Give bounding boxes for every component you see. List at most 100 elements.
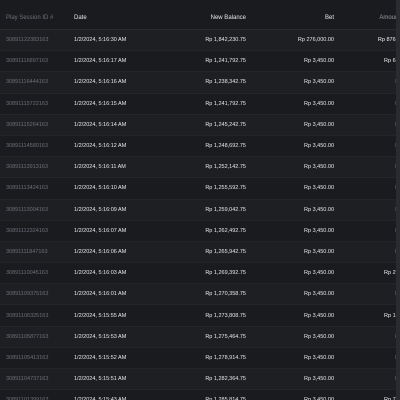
- table-row[interactable]: 30891111847163 1/2/2024, 5:16:06 AM Rp 1,2…: [0, 241, 400, 264]
- session-id-cell[interactable]: 30891111847163: [0, 241, 70, 264]
- column-header-new-balance[interactable]: New Balance: [162, 6, 248, 30]
- new-balance-cell: Rp 1,275,464.75: [162, 326, 248, 348]
- bet-cell: Rp 3,450.00: [248, 93, 336, 115]
- date-cell: 1/2/2024, 5:16:11 AM: [70, 156, 162, 179]
- new-balance-cell: Rp 1,238,342.75: [162, 71, 248, 94]
- bet-cell: Rp 3,450.00: [248, 326, 336, 348]
- session-history-panel: Play Session ID # Date New Balance Bet A…: [0, 0, 400, 400]
- table-row[interactable]: 30891113424163 1/2/2024, 5:16:10 AM Rp 1,2…: [0, 177, 400, 200]
- amount-won-cell: Rp 0.00: [336, 156, 400, 179]
- amount-won-cell: Rp 1,794.00: [336, 304, 400, 327]
- session-id-cell[interactable]: 30891116444163: [0, 71, 70, 94]
- column-header-session-id[interactable]: Play Session ID #: [0, 6, 70, 30]
- new-balance-cell: Rp 1,278,914.75: [162, 347, 248, 370]
- amount-won-cell: Rp 0.00: [336, 93, 400, 115]
- column-header-bet[interactable]: Bet: [248, 6, 336, 30]
- session-id-cell[interactable]: 30891112324163: [0, 220, 70, 242]
- table-body: 30891122383163 1/2/2024, 5:16:30 AM Rp 1,8…: [0, 29, 400, 400]
- new-balance-cell: Rp 1,265,942.75: [162, 241, 248, 264]
- session-id-cell[interactable]: 30891114580163: [0, 135, 70, 158]
- bet-cell: Rp 3,450.00: [248, 347, 336, 370]
- session-id-cell[interactable]: 30891106325163: [0, 304, 70, 327]
- table-row[interactable]: 30891116444163 1/2/2024, 5:16:16 AM Rp 1,2…: [0, 71, 400, 94]
- date-cell: 1/2/2024, 5:16:09 AM: [70, 199, 162, 221]
- table-row[interactable]: 30891115722163 1/2/2024, 5:16:15 AM Rp 1,2…: [0, 93, 400, 115]
- column-header-date[interactable]: Date: [70, 6, 162, 30]
- bet-cell: Rp 3,450.00: [248, 199, 336, 221]
- table-row[interactable]: 30891114580163 1/2/2024, 5:16:12 AM Rp 1,2…: [0, 135, 400, 158]
- table-row[interactable]: 30891106325163 1/2/2024, 5:15:55 AM Rp 1,2…: [0, 304, 400, 327]
- amount-won-cell: Rp 0.00: [336, 199, 400, 221]
- new-balance-cell: Rp 1,241,792.75: [162, 50, 248, 73]
- session-id-cell[interactable]: 30891115264163: [0, 114, 70, 136]
- amount-won-cell: Rp 2,484.00: [336, 262, 400, 285]
- table-row[interactable]: 30891113913163 1/2/2024, 5:16:11 AM Rp 1,2…: [0, 156, 400, 179]
- amount-won-cell: Rp 0.00: [336, 135, 400, 158]
- table-row[interactable]: 30891105413163 1/2/2024, 5:15:52 AM Rp 1,2…: [0, 347, 400, 370]
- new-balance-cell: Rp 1,282,364.75: [162, 368, 248, 391]
- bet-cell: Rp 3,450.00: [248, 262, 336, 285]
- date-cell: 1/2/2024, 5:16:16 AM: [70, 71, 162, 94]
- bet-cell: Rp 3,450.00: [248, 177, 336, 200]
- table-row[interactable]: 30891105877163 1/2/2024, 5:15:53 AM Rp 1,2…: [0, 326, 400, 348]
- table-row[interactable]: 30891115264163 1/2/2024, 5:16:14 AM Rp 1,2…: [0, 114, 400, 136]
- new-balance-cell: Rp 1,270,358.75: [162, 283, 248, 306]
- session-id-cell[interactable]: 30891113913163: [0, 156, 70, 179]
- date-cell: 1/2/2024, 5:16:30 AM: [70, 29, 162, 52]
- session-id-cell[interactable]: 30891105413163: [0, 347, 70, 370]
- session-id-cell[interactable]: 30891101399163: [0, 389, 70, 400]
- session-id-cell[interactable]: 30891104737163: [0, 368, 70, 391]
- table-row[interactable]: 30891104737163 1/2/2024, 5:15:51 AM Rp 1,2…: [0, 368, 400, 391]
- date-cell: 1/2/2024, 5:15:52 AM: [70, 347, 162, 370]
- new-balance-cell: Rp 1,241,792.75: [162, 93, 248, 115]
- date-cell: 1/2/2024, 5:16:10 AM: [70, 177, 162, 200]
- amount-won-cell: Rp 0.00: [336, 326, 400, 348]
- amount-won-cell: Rp 0.00: [336, 177, 400, 200]
- new-balance-cell: Rp 1,262,492.75: [162, 220, 248, 242]
- date-cell: 1/2/2024, 5:15:55 AM: [70, 304, 162, 327]
- table-row[interactable]: 30891122383163 1/2/2024, 5:16:30 AM Rp 1,8…: [0, 29, 400, 52]
- bet-cell: Rp 3,450.00: [248, 50, 336, 73]
- date-cell: 1/2/2024, 5:16:17 AM: [70, 50, 162, 73]
- bet-cell: Rp 3,450.00: [248, 156, 336, 179]
- table-row[interactable]: 30891113004163 1/2/2024, 5:16:09 AM Rp 1,2…: [0, 199, 400, 221]
- bet-cell: Rp 3,450.00: [248, 241, 336, 264]
- date-cell: 1/2/2024, 5:16:14 AM: [70, 114, 162, 136]
- table-row[interactable]: 308911013991631/2/2024, 5:15:43 AMRp 1,2…: [0, 389, 400, 400]
- session-id-cell[interactable]: 30891122383163: [0, 29, 70, 52]
- bet-cell: Rp 3,450.00: [248, 135, 336, 158]
- table-row[interactable]: 30891110045163 1/2/2024, 5:16:03 AM Rp 1,2…: [0, 262, 400, 285]
- session-id-cell[interactable]: 30891116897163: [0, 50, 70, 73]
- bet-cell: Rp 276,000.00: [248, 29, 336, 52]
- table-row[interactable]: 30891112324163 1/2/2024, 5:16:07 AM Rp 1,2…: [0, 220, 400, 242]
- table-row[interactable]: 30891109375163 1/2/2024, 5:16:01 AM Rp 1,2…: [0, 283, 400, 306]
- amount-won-cell: Rp 7,590.00: [336, 389, 400, 400]
- session-history-table: Play Session ID # Date New Balance Bet A…: [0, 6, 400, 400]
- date-cell: 1/2/2024, 5:16:06 AM: [70, 241, 162, 264]
- session-id-cell[interactable]: 30891110045163: [0, 262, 70, 285]
- table-row[interactable]: 30891116897163 1/2/2024, 5:16:17 AM Rp 1,2…: [0, 50, 400, 73]
- amount-won-cell: Rp 0.00: [336, 241, 400, 264]
- column-header-amount-won[interactable]: Amount Won: [336, 6, 400, 30]
- session-id-cell[interactable]: 30891105877163: [0, 326, 70, 348]
- date-cell: 1/2/2024, 5:16:07 AM: [70, 220, 162, 242]
- date-cell: 1/2/2024, 5:15:51 AM: [70, 368, 162, 391]
- session-id-cell[interactable]: 30891109375163: [0, 283, 70, 306]
- date-cell: 1/2/2024, 5:15:53 AM: [70, 326, 162, 348]
- bet-cell: Rp 3,450.00: [248, 71, 336, 94]
- amount-won-cell: Rp 0.00: [336, 347, 400, 370]
- amount-won-cell: Rp 6,900.00: [336, 50, 400, 73]
- date-cell: 1/2/2024, 5:16:12 AM: [70, 135, 162, 158]
- new-balance-cell: Rp 1,842,230.75: [162, 29, 248, 52]
- amount-won-cell: Rp 0.00: [336, 114, 400, 136]
- scrollbar[interactable]: [396, 0, 400, 400]
- session-id-cell[interactable]: 30891113004163: [0, 199, 70, 221]
- new-balance-cell: Rp 1,248,692.75: [162, 135, 248, 158]
- date-cell: 1/2/2024, 5:16:03 AM: [70, 262, 162, 285]
- session-id-cell[interactable]: 30891113424163: [0, 177, 70, 200]
- amount-won-cell: Rp 0.00: [336, 71, 400, 94]
- session-id-cell[interactable]: 30891115722163: [0, 93, 70, 115]
- new-balance-cell: Rp 1,252,142.75: [162, 156, 248, 179]
- new-balance-cell: Rp 1,273,808.75: [162, 304, 248, 327]
- bet-cell: Rp 3,450.00: [248, 304, 336, 327]
